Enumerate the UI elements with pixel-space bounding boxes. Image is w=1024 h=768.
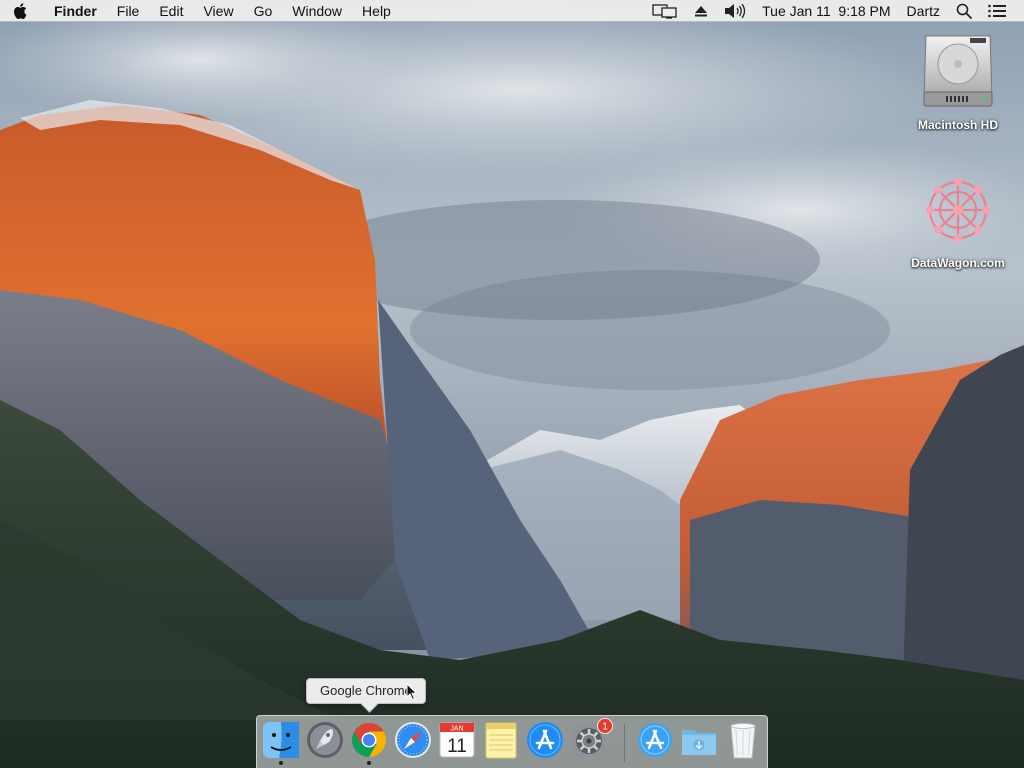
hard-drive-icon (923, 35, 993, 107)
notification-badge: 1 (597, 718, 613, 734)
desktop-icon-label: DataWagon.com (911, 256, 1005, 270)
badge-count: 1 (602, 722, 608, 733)
desktop-icon-datawagon[interactable]: DataWagon.com (898, 170, 1018, 270)
desktop-icon-label: Macintosh HD (917, 118, 998, 132)
menu-user[interactable]: Dartz (899, 0, 948, 22)
network-share-icon (926, 178, 990, 242)
menu-view[interactable]: View (193, 0, 243, 22)
running-indicator (279, 761, 283, 765)
volume-status[interactable] (716, 3, 754, 19)
eject-icon (695, 5, 708, 16)
menu-file[interactable]: File (107, 0, 150, 22)
display-mirroring-icon (652, 3, 677, 19)
dock-item-notes[interactable] (481, 720, 521, 764)
dock: JAN 11 1 (256, 715, 768, 768)
trash-icon (730, 723, 756, 759)
dock-item-google-chrome[interactable] (349, 720, 389, 765)
dock-item-calendar[interactable]: JAN 11 (437, 720, 477, 764)
menu-go[interactable]: Go (244, 0, 283, 22)
calendar-month: JAN (450, 726, 463, 733)
menu-bar: Finder File Edit View Go Window Help Tue… (0, 0, 1024, 22)
menu-app-finder[interactable]: Finder (40, 0, 107, 22)
calendar-icon: JAN 11 (439, 722, 475, 758)
menu-window[interactable]: Window (282, 0, 352, 22)
launchpad-icon (307, 722, 343, 758)
dock-item-trash[interactable] (723, 720, 763, 764)
dock-item-finder[interactable] (261, 720, 301, 765)
eject-status[interactable] (686, 4, 716, 18)
chrome-icon (352, 723, 386, 757)
dock-item-system-preferences[interactable]: 1 (569, 718, 613, 764)
notification-center-status[interactable] (980, 4, 1014, 18)
notification-center-icon (988, 4, 1006, 17)
dock-item-launchpad[interactable] (305, 720, 345, 764)
dock-item-app-store[interactable] (525, 720, 565, 764)
volume-icon (725, 3, 746, 18)
dock-separator (624, 724, 625, 762)
mouse-cursor-icon (406, 683, 418, 701)
menu-clock[interactable]: Tue Jan 11 9:18 PM (754, 0, 898, 22)
notes-icon (485, 722, 517, 759)
calendar-day: 11 (447, 736, 467, 757)
apple-icon (14, 2, 27, 19)
apple-menu[interactable] (0, 0, 40, 22)
applications-folder-icon (638, 723, 672, 757)
menu-help[interactable]: Help (352, 0, 401, 22)
dock-item-applications[interactable] (635, 720, 675, 764)
spotlight-status[interactable] (948, 3, 980, 19)
desktop-wallpaper (0, 0, 1024, 768)
dock-item-safari[interactable] (393, 720, 433, 764)
menu-edit[interactable]: Edit (149, 0, 193, 22)
downloads-folder-icon (682, 730, 716, 755)
safari-icon (395, 722, 431, 758)
dock-item-downloads[interactable] (679, 720, 719, 764)
spotlight-icon (956, 3, 972, 19)
finder-icon (263, 722, 299, 758)
display-mirroring-status[interactable] (644, 3, 686, 19)
app-store-icon (527, 722, 563, 758)
desktop-icon-macintosh-hd[interactable]: Macintosh HD (898, 32, 1018, 132)
running-indicator (367, 761, 371, 765)
